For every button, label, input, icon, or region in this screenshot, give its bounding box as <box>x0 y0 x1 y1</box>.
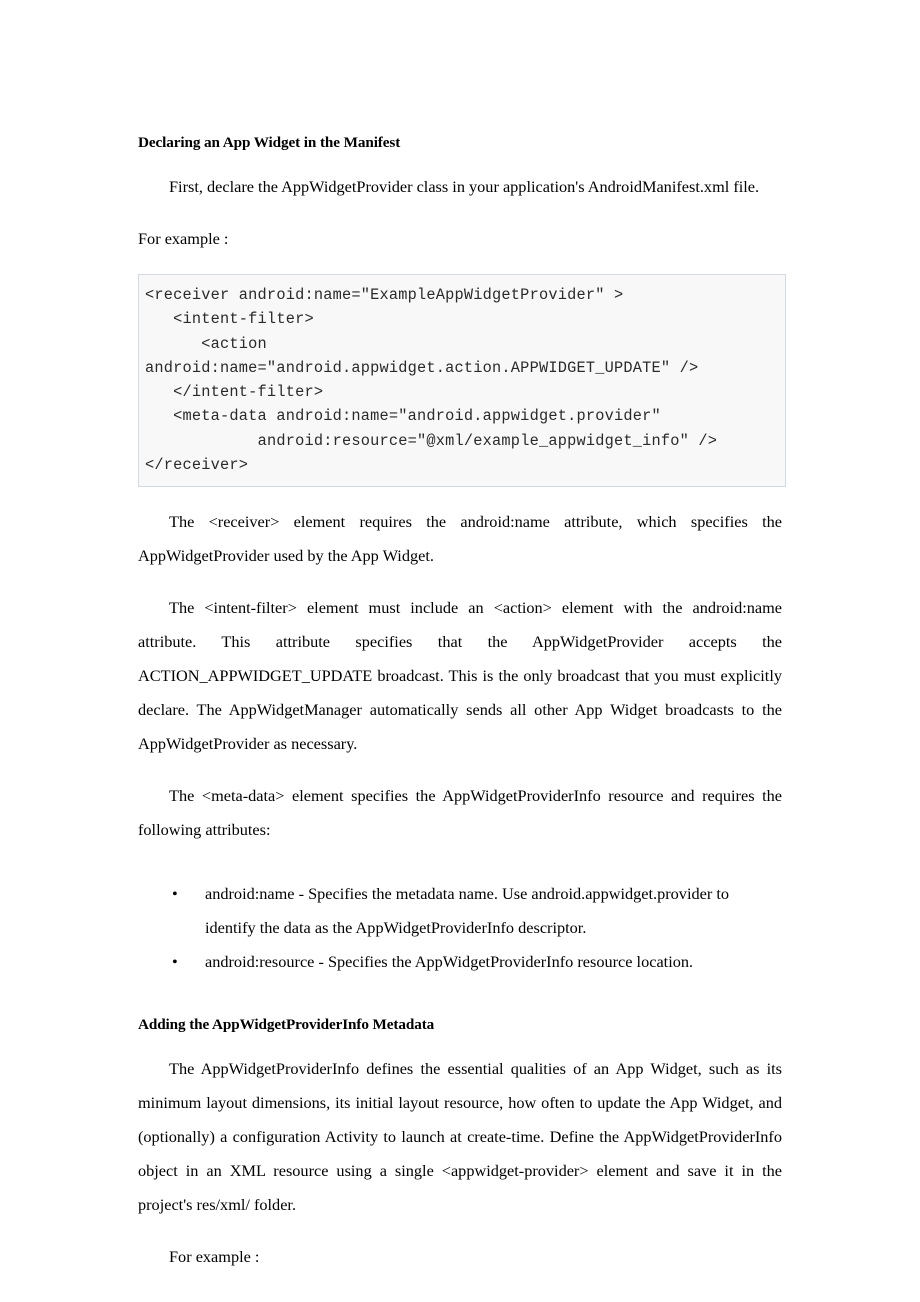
document-content: Declaring an App Widget in the Manifest … <box>138 133 786 1292</box>
list-item: • android:name - Specifies the metadata … <box>138 877 782 945</box>
paragraph-intent-filter-element: The <intent-filter> element must include… <box>138 598 782 754</box>
list-item-label: android:name - Specifies the metadata na… <box>205 884 729 938</box>
paragraph-receiver-element: The <receiver> element requires the andr… <box>138 512 782 566</box>
section-heading-adding-metadata: Adding the AppWidgetProviderInfo Metadat… <box>138 1016 435 1034</box>
code-block-manifest-receiver: <receiver android:name="ExampleAppWidget… <box>138 274 786 488</box>
paragraph-first-declare: First, declare the AppWidgetProvider cla… <box>169 177 760 196</box>
list-item: • android:resource - Specifies the AppWi… <box>138 945 782 979</box>
attributes-bullet-list: • android:name - Specifies the metadata … <box>138 877 782 979</box>
for-example-label-two: For example : <box>169 1247 260 1267</box>
bullet-icon: • <box>172 884 178 904</box>
bullet-icon: • <box>172 952 178 972</box>
section-heading-declaring-app-widget: Declaring an App Widget in the Manifest <box>138 134 401 151</box>
paragraph-appwidgetproviderinfo: The AppWidgetProviderInfo defines the es… <box>138 1059 782 1215</box>
document-page: Declaring an App Widget in the Manifest … <box>0 0 920 1302</box>
for-example-label-one: For example : <box>138 229 229 248</box>
list-item-label: android:resource - Specifies the AppWidg… <box>205 952 694 972</box>
paragraph-meta-data-element: The <meta-data> element specifies the Ap… <box>138 786 782 840</box>
code-sample-text: <receiver android:name="ExampleAppWidget… <box>145 286 718 475</box>
